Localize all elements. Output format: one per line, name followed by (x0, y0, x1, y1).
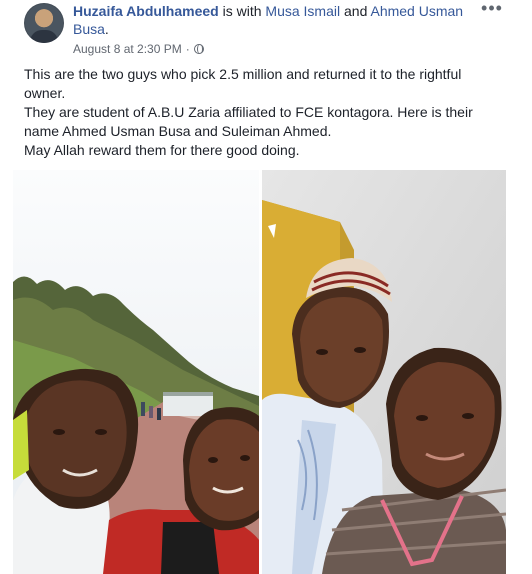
more-options-icon[interactable]: ••• (480, 0, 504, 20)
post-meta: August 8 at 2:30 PM · (73, 41, 204, 57)
with-text: is with (218, 3, 266, 19)
tagged-user-link-1[interactable]: Musa Ismail (265, 3, 340, 19)
author-name-link[interactable]: Huzaifa Abdulhameed (73, 3, 219, 19)
photo-left-image (13, 170, 259, 574)
and-text: and (340, 3, 371, 19)
facebook-post: Huzaifa Abdulhameed is with Musa Ismail … (0, 0, 532, 574)
photo-right-image (262, 170, 506, 574)
post-paragraph: May Allah reward them for there good doi… (24, 142, 300, 158)
meta-separator: · (185, 42, 190, 56)
period-text: . (104, 21, 109, 37)
avatar-figure (30, 30, 58, 43)
photo-left[interactable] (13, 170, 259, 574)
post-timestamp[interactable]: August 8 at 2:30 PM (73, 41, 182, 57)
author-avatar[interactable] (24, 3, 64, 43)
post-paragraph: They are student of A.B.U Zaria affiliat… (24, 104, 473, 139)
post-paragraph: This are the two guys who pick 2.5 milli… (24, 66, 462, 101)
photo-right[interactable] (262, 170, 506, 574)
post-text: This are the two guys who pick 2.5 milli… (24, 65, 504, 160)
post-header: Huzaifa Abdulhameed is with Musa Ismail … (73, 2, 473, 38)
globe-icon[interactable] (193, 44, 204, 54)
